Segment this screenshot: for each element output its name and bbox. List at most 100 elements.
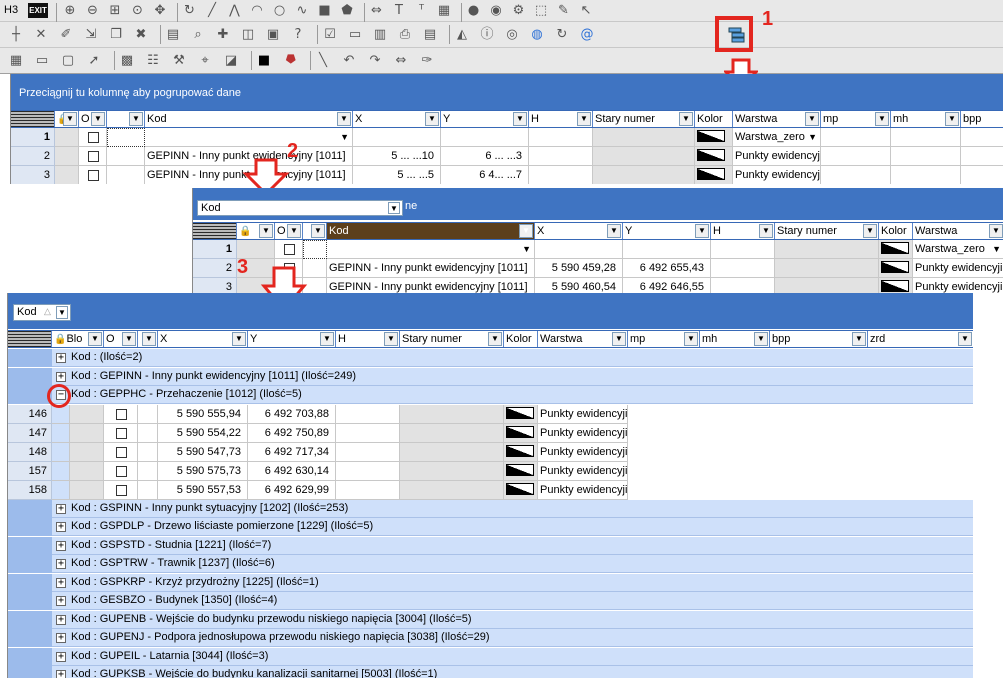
expand-icon[interactable]: + [56,670,66,678]
chevron-down-icon[interactable]: ▼ [287,224,301,238]
group-row[interactable]: + Kod : GSPDLP - Drzewo liściaste pomierz… [8,518,973,536]
column-warstwa[interactable]: Warstwa ▼ [538,331,628,347]
row-checkbox[interactable] [87,151,99,162]
row-checkbox[interactable] [115,484,127,496]
exit-button[interactable]: EXIT [28,3,48,18]
chevron-down-icon[interactable]: ▼ [875,112,889,126]
map-pin-icon[interactable]: ⯂ [282,53,298,69]
pan-icon[interactable]: ✥ [152,3,168,19]
expand-icon[interactable]: + [56,614,66,625]
grid-icon[interactable]: ▤ [165,27,181,43]
group-row[interactable]: + Kod : GUPENJ - Podpora jednosłupowa prz… [8,629,973,647]
chart-icon[interactable]: ◭ [454,27,470,43]
selection-icon[interactable]: ⬚ [533,3,549,19]
column-zrd[interactable]: zrd ▼ [868,331,973,347]
cross-icon[interactable]: ✕ [33,27,49,43]
refresh-icon[interactable]: ↻ [554,27,570,43]
column-h[interactable]: H ▼ [336,331,400,347]
group-row[interactable]: + Kod : GUPENB - Wejście do budynku przew… [8,610,973,629]
table-row[interactable]: 148 5 590 547,73 6 492 717,34 Punkty ewiden… [8,442,973,462]
at-icon[interactable]: @ [579,27,595,43]
chevron-down-icon[interactable]: ▼ [259,224,273,238]
column-x[interactable]: X ▼ [158,331,248,347]
ruler-icon[interactable]: ╲ [315,53,331,69]
layers-icon[interactable]: ◪ [223,53,239,69]
column-o[interactable]: O ▼ [79,111,107,127]
expand-icon[interactable]: + [56,540,66,551]
column-x[interactable]: X ▼ [353,111,441,127]
group-row[interactable]: + Kod : GSPTRW - Trawnik [1237] (Ilość=6) [8,555,973,573]
chevron-down-icon[interactable]: ▼ [805,112,819,126]
move-icon[interactable]: ⇲ [83,27,99,43]
column-kod[interactable]: Kod ▼ [145,111,353,127]
window2-icon[interactable]: ▢ [60,53,76,69]
chevron-down-icon[interactable]: ▼ [232,332,246,346]
curve-icon[interactable]: ∿ [294,3,310,19]
chevron-down-icon[interactable]: ▼ [577,112,591,126]
gps-icon[interactable]: ⌖ [197,53,213,69]
expand-icon[interactable]: + [56,577,66,588]
chevron-down-icon[interactable]: ▼ [684,332,698,346]
settings-icon[interactable]: ⚙ [511,3,527,19]
chevron-down-icon[interactable]: ▼ [384,332,398,346]
column-h[interactable]: H ▼ [711,223,775,239]
cursor-icon[interactable]: ↖ [578,3,594,19]
zoom-in-icon[interactable]: ⊕ [62,3,78,19]
circle-target-icon[interactable]: ◎ [504,27,520,43]
measure-icon[interactable]: ⇔ [369,3,385,19]
column-flag[interactable]: ▼ [303,223,327,239]
chevron-down-icon[interactable]: ▼ [607,224,621,238]
column-stary-numer[interactable]: Stary numer ▼ [775,223,879,239]
zoom-previous-icon[interactable]: ⊙ [130,3,146,19]
column-kolor[interactable]: Kolor [695,111,733,127]
expand-icon[interactable]: + [56,651,66,662]
window-icon[interactable]: ▭ [34,53,50,69]
checkbox-icon[interactable]: ☑ [322,27,338,43]
row-checkbox[interactable] [283,244,295,255]
chevron-down-icon[interactable]: ▼ [320,332,334,346]
chevron-down-icon[interactable]: ▼ [759,224,773,238]
grid-corner[interactable] [193,223,237,239]
table-row[interactable]: 3GEPINN - Inny punkt ewidencyjny [1011]5… [193,278,1003,294]
column-mh[interactable]: mh ▼ [700,331,770,347]
document-icon[interactable]: ▤ [422,27,438,43]
chevron-down-icon[interactable]: ▼ [91,112,105,126]
chevron-down-icon[interactable]: ▼ [612,332,626,346]
chevron-down-icon[interactable]: ▼ [311,224,325,238]
globe-icon[interactable]: ◍ [529,27,545,43]
column-mp[interactable]: mp ▼ [821,111,891,127]
group-row[interactable]: − Kod : GEPPHC - Przehaczenie [1012] (Ilo… [8,386,973,404]
column-y[interactable]: Y ▼ [623,223,711,239]
column-warstwa[interactable]: Warstwa ▼ [733,111,821,127]
column-lock[interactable]: 🔒▼ [55,111,79,127]
table-row[interactable]: 1 ▼ Warstwa_zero ▼ [11,128,1003,147]
chevron-down-icon[interactable]: ▼ [808,128,817,146]
h3-label[interactable]: H3 [4,4,18,16]
column-blo[interactable]: 🔒Blo ▼ [52,331,104,347]
row-checkbox[interactable] [115,446,127,458]
group-by-area[interactable]: Kod △ ▼ [8,293,973,329]
point-icon[interactable]: ● [466,3,482,19]
group-row[interactable]: + Kod : GUPEIL - Latarnia [3044] (Ilość=3… [8,647,973,666]
arc-icon[interactable]: ◠ [249,3,265,19]
line-icon[interactable]: ╱ [204,3,220,19]
sketch-icon[interactable]: ✑ [419,53,435,69]
table-view-icon[interactable]: ▥ [372,27,388,43]
list-icon[interactable]: ☷ [145,53,161,69]
table-row[interactable]: 3GEPINN - Inny punkt ewidencyjny [1011]5… [11,166,1003,184]
group-by-area[interactable]: Kod ▼ ne [193,188,1003,220]
pointer-icon[interactable]: ➚ [86,53,102,69]
zoom-out-icon[interactable]: ⊖ [85,3,101,19]
chevron-down-icon[interactable]: ▼ [754,332,768,346]
column-o[interactable]: O ▼ [275,223,303,239]
expand-icon[interactable]: + [56,371,66,382]
table-row[interactable]: 2 GEPINN - Inny punkt ewidencyjny [1011] 5… [193,259,1003,278]
rectangle-icon[interactable]: ■ [317,3,333,19]
table-row[interactable]: 147 5 590 554,22 6 492 750,89 Punkty ewiden… [8,423,973,443]
column-kolor[interactable]: Kolor [879,223,913,239]
column-lock[interactable]: 🔒▼ [237,223,275,239]
dock-icon[interactable]: ▦ [8,53,24,69]
polyline-icon[interactable]: ⋀ [227,3,243,19]
column-bpp[interactable]: bpp ▼ [770,331,868,347]
grid-corner[interactable] [8,331,52,347]
